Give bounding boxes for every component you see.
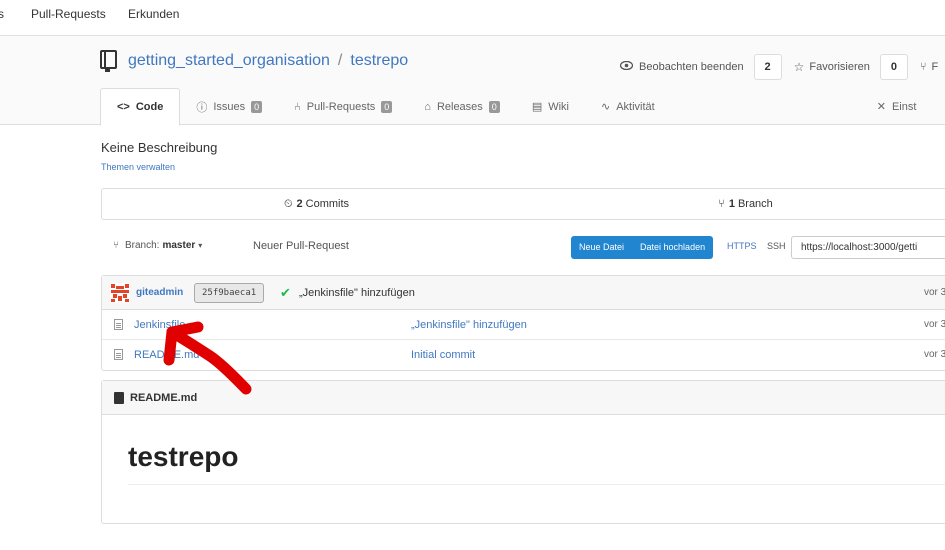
readme-header: README.md bbox=[102, 381, 945, 415]
branches-stat[interactable]: ⑂ 1 Branch bbox=[531, 189, 945, 219]
clone-url-input[interactable]: https://localhost:3000/getti bbox=[791, 236, 945, 259]
branch-dropdown-value: master bbox=[162, 240, 196, 251]
eye-icon bbox=[619, 60, 634, 73]
upload-file-button[interactable]: Datei hochladen bbox=[632, 236, 713, 259]
repo-book-icon bbox=[100, 50, 117, 72]
top-navbar: s Pull-Requests Erkunden bbox=[0, 0, 945, 36]
unwatch-button[interactable]: Beobachten beenden bbox=[639, 61, 744, 73]
tab-issues-label: Issues bbox=[213, 100, 246, 113]
pull-requests-count-badge: 0 bbox=[381, 100, 393, 113]
watch-group: Beobachten beenden 2 ☆ Favorisieren 0 ⑂ … bbox=[619, 54, 939, 80]
repo-owner-link[interactable]: getting_started_organisation bbox=[128, 52, 330, 70]
pulse-icon: ∿ bbox=[601, 101, 611, 113]
branch-toolbar: ⑂ Branch: master ▾ Neuer Pull-Request Ne… bbox=[101, 236, 945, 260]
fork-button[interactable]: F bbox=[932, 61, 939, 73]
issues-count-badge: 0 bbox=[251, 100, 263, 113]
branch-icon: ⑂ bbox=[113, 240, 119, 251]
new-file-button[interactable]: Neue Datei bbox=[571, 236, 632, 259]
tab-code-label: Code bbox=[135, 101, 164, 113]
tab-settings-label: Einst bbox=[891, 100, 917, 113]
tag-icon: ⌂ bbox=[424, 100, 431, 113]
readme-filename: README.md bbox=[130, 391, 198, 404]
commit-age: vor 3 bbox=[924, 287, 945, 298]
branch-dropdown-label: Branch: bbox=[125, 240, 160, 251]
readme-panel: README.md testrepo bbox=[101, 380, 945, 524]
file-commit-message[interactable]: Initial commit bbox=[411, 349, 475, 361]
tab-code[interactable]: <> Code bbox=[100, 88, 181, 126]
pull-request-icon: ⑃ bbox=[294, 100, 301, 113]
avatar[interactable] bbox=[110, 283, 130, 303]
tab-wiki[interactable]: ▤ Wiki bbox=[516, 88, 585, 125]
file-action-buttons: Neue Datei Datei hochladen bbox=[571, 236, 714, 259]
book-icon bbox=[114, 391, 124, 404]
file-icon bbox=[114, 319, 123, 330]
commit-sha-button[interactable]: 25f9baeca1 bbox=[194, 283, 265, 303]
book-icon: ▤ bbox=[531, 101, 543, 113]
code-icon: <> bbox=[117, 101, 130, 113]
divider bbox=[128, 484, 945, 485]
check-icon: ✔ bbox=[280, 285, 291, 300]
commits-label: Commits bbox=[305, 198, 350, 210]
repo-tabs: <> Code ⓘ Issues 0 ⑃ Pull-Requests 0 ⌂ R… bbox=[100, 88, 917, 126]
tab-releases[interactable]: ⌂ Releases 0 bbox=[408, 88, 516, 125]
file-link-readme[interactable]: README.md bbox=[134, 349, 199, 361]
new-pull-request-button[interactable]: Neuer Pull-Request bbox=[253, 240, 349, 252]
manage-topics-link[interactable]: Themen verwalten bbox=[101, 162, 175, 172]
repo-description: Keine Beschreibung bbox=[101, 140, 218, 155]
tab-activity-label: Aktivität bbox=[616, 100, 655, 113]
tab-activity[interactable]: ∿ Aktivität bbox=[585, 88, 671, 125]
star-button[interactable]: Favorisieren bbox=[809, 61, 870, 73]
repo-name-link[interactable]: testrepo bbox=[350, 52, 408, 70]
commit-author-link[interactable]: giteadmin bbox=[136, 287, 183, 298]
issue-icon: ⓘ bbox=[196, 101, 208, 114]
file-commit-message[interactable]: „Jenkinsfile" hinzufügen bbox=[411, 319, 527, 331]
repo-title: getting_started_organisation / testrepo bbox=[100, 50, 408, 72]
tab-pull-requests-label: Pull-Requests bbox=[306, 100, 376, 113]
tab-releases-label: Releases bbox=[436, 100, 483, 113]
fork-icon: ⑂ bbox=[919, 61, 927, 73]
https-clone-button[interactable]: HTTPS bbox=[727, 241, 757, 251]
file-age: vor 3 bbox=[924, 319, 945, 330]
readme-heading: testrepo bbox=[128, 441, 239, 472]
watch-count[interactable]: 2 bbox=[753, 54, 782, 80]
releases-count-badge: 0 bbox=[488, 100, 500, 113]
branch-label: Branch bbox=[737, 198, 773, 210]
latest-commit-row: giteadmin 25f9baeca1 ✔ „Jenkinsfile" hin… bbox=[102, 276, 945, 310]
history-icon: ⏲ bbox=[283, 197, 293, 210]
tools-icon: ✕ bbox=[876, 101, 886, 113]
branch-icon: ⑂ bbox=[718, 198, 725, 210]
tab-issues[interactable]: ⓘ Issues 0 bbox=[180, 88, 278, 125]
branch-dropdown[interactable]: ⑂ Branch: master ▾ bbox=[113, 240, 202, 251]
nav-item-explore[interactable]: Erkunden bbox=[128, 7, 179, 21]
nav-item-partial[interactable]: s bbox=[0, 7, 4, 21]
tab-pull-requests[interactable]: ⑃ Pull-Requests 0 bbox=[278, 88, 408, 125]
ssh-clone-button[interactable]: SSH bbox=[767, 241, 786, 251]
table-row: Jenkinsfile „Jenkinsfile" hinzufügen vor… bbox=[102, 310, 945, 340]
repo-stats: ⏲ 2 Commits ⑂ 1 Branch bbox=[101, 188, 945, 220]
file-age: vor 3 bbox=[924, 349, 945, 360]
file-icon bbox=[114, 349, 123, 360]
branch-count: 1 bbox=[728, 198, 735, 210]
tab-settings[interactable]: ✕ Einst bbox=[861, 88, 917, 125]
caret-down-icon: ▾ bbox=[198, 241, 203, 250]
star-count[interactable]: 0 bbox=[879, 54, 908, 80]
file-link-jenkinsfile[interactable]: Jenkinsfile bbox=[134, 319, 185, 331]
repo-separator: / bbox=[337, 52, 343, 69]
commits-stat[interactable]: ⏲ 2 Commits bbox=[102, 189, 531, 219]
nav-item-pull-requests[interactable]: Pull-Requests bbox=[31, 7, 106, 21]
commit-message: „Jenkinsfile" hinzufügen bbox=[299, 287, 415, 299]
table-row: README.md Initial commit vor 3 bbox=[102, 340, 945, 370]
file-table: giteadmin 25f9baeca1 ✔ „Jenkinsfile" hin… bbox=[101, 275, 945, 371]
star-icon: ☆ bbox=[793, 60, 805, 74]
tab-wiki-label: Wiki bbox=[548, 100, 569, 113]
commits-count: 2 bbox=[296, 198, 303, 210]
repo-header: getting_started_organisation / testrepo … bbox=[0, 36, 945, 126]
